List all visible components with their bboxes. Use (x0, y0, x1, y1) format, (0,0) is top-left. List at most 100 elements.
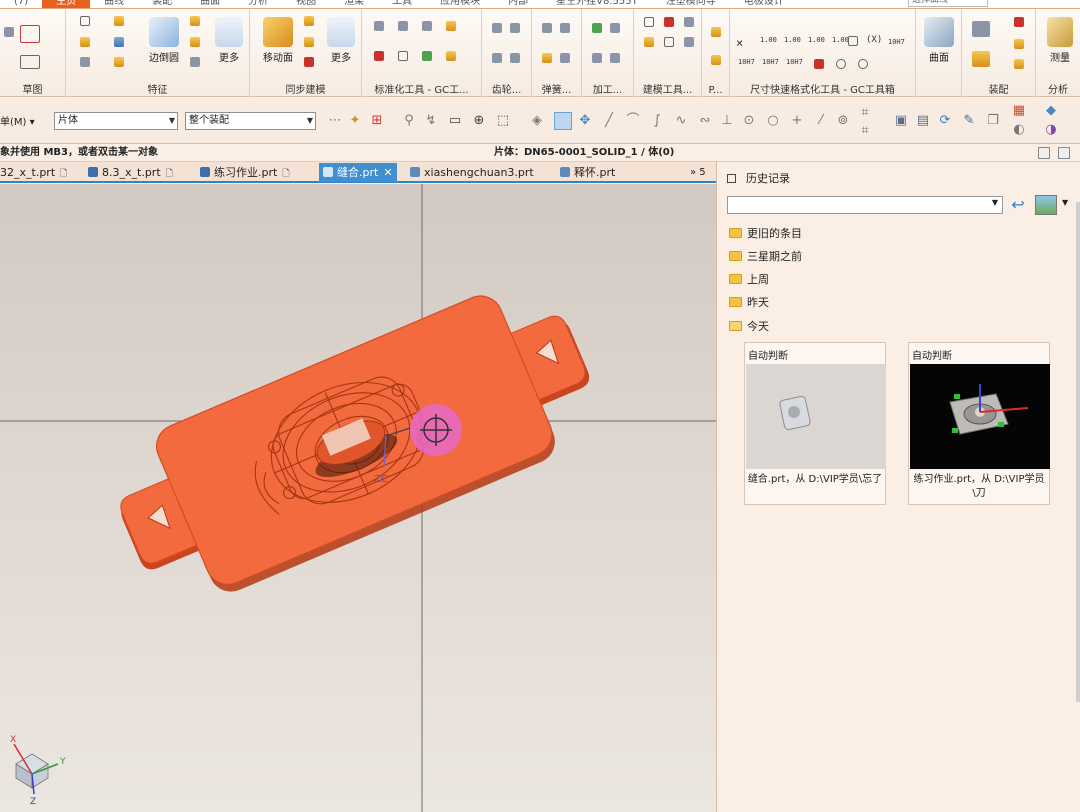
draft-icon[interactable] (190, 57, 200, 67)
view-layout-icon[interactable]: ▦ (1012, 104, 1026, 118)
point-on-curve-icon[interactable]: ⊚ (836, 114, 850, 128)
doc-tab-xiasheng[interactable]: xiashengchuan3.prt (410, 163, 534, 182)
plus-icon[interactable]: + (790, 114, 804, 128)
assembly-tool-4-icon[interactable] (1014, 39, 1024, 49)
ribbon-tab-render[interactable]: 渲染 (330, 0, 378, 8)
tol-10h7-b[interactable]: 10H7 (738, 59, 755, 66)
assembly-tool-5-icon[interactable] (1014, 59, 1024, 69)
ribbon-tab-curve[interactable]: 曲线 (90, 0, 138, 8)
orient-cube-icon[interactable]: ◆ (1044, 104, 1058, 118)
spring-tool-3-icon[interactable] (542, 53, 552, 63)
rect-select-icon[interactable]: ▭ (448, 114, 462, 128)
modeling-tool-6-icon[interactable] (684, 37, 694, 47)
surface-button[interactable]: 曲面 (920, 17, 958, 64)
wave-icon[interactable]: ∿ (674, 114, 688, 128)
triangle-tool-icon[interactable] (644, 17, 654, 27)
revolve-icon[interactable] (80, 37, 90, 47)
boolean-intersect-icon[interactable] (114, 57, 124, 67)
ribbon-tab-analysis[interactable]: 分析 (234, 0, 282, 8)
box-x-icon[interactable] (848, 36, 858, 46)
diameter-2-icon[interactable] (858, 59, 868, 69)
tol-10h7-c[interactable]: 10H7 (762, 59, 779, 66)
snap-3-icon[interactable]: ↯ (424, 114, 438, 128)
modeling-tool-2-icon[interactable] (664, 17, 674, 27)
layer-icon[interactable]: ❐ (986, 114, 1000, 128)
ribbon-tab-internal[interactable]: 内部 (494, 0, 542, 8)
tangent-icon[interactable]: ⊥ (720, 114, 734, 128)
gear-tool-1-icon[interactable] (492, 23, 502, 33)
spring-tool-2-icon[interactable] (560, 23, 570, 33)
pen-icon[interactable]: ✎ (962, 114, 976, 128)
ribbon-tab-electrode[interactable]: 电极设计 (730, 0, 798, 8)
ribbon-tab-home[interactable]: 主页 (42, 0, 91, 8)
sketch-icon[interactable] (4, 27, 14, 37)
display-mode-icon[interactable]: ◑ (1044, 123, 1058, 137)
history-filter-select[interactable]: ▼ (727, 196, 1003, 214)
thumbnail-view-icon[interactable] (1035, 195, 1057, 215)
ribbon-tab-plugin[interactable]: 星空外挂V8.555T (542, 0, 652, 8)
selection-scope-select[interactable]: 整个装配 ▼ (185, 112, 316, 130)
spline-icon[interactable]: ∾ (698, 114, 712, 128)
doc-tab-sew[interactable]: 缝合.prt ✕ (319, 163, 397, 182)
line-icon[interactable]: ╱ (602, 114, 616, 128)
history-card-sew[interactable]: 自动判断 缝合.prt，从 D:\VIP学员\忘了 (744, 342, 886, 505)
history-card-practice[interactable]: 自动判断 练习作业.prt，从 D:\VIP学员\刀 (908, 342, 1050, 505)
graphics-viewport[interactable]: ZC X Y Z (0, 184, 716, 812)
delete-face-icon[interactable] (304, 57, 314, 67)
tol-10h7-d[interactable]: 10H7 (786, 59, 803, 66)
tol-paren-x[interactable]: (X) (866, 36, 882, 45)
chamfer-icon[interactable] (190, 16, 200, 26)
folder-today[interactable]: 今天 (729, 319, 769, 335)
gc-tool-3-icon[interactable] (422, 21, 432, 31)
view-fit-icon[interactable]: ▣ (894, 114, 908, 128)
ribbon-tab-surface[interactable]: 曲面 (186, 0, 234, 8)
slash-icon[interactable]: ⁄ (814, 114, 828, 128)
doc-tab-8-3[interactable]: 8.3_x_t.prt 🗋 (88, 163, 173, 182)
snap-points-icon[interactable]: ✥ (578, 114, 592, 128)
gear-tool-3-icon[interactable] (492, 53, 502, 63)
doc-tab-shihuai[interactable]: 释怀.prt (560, 163, 615, 182)
assembly-tool-1-icon[interactable] (972, 21, 990, 37)
measure-button[interactable]: 测量 (1040, 17, 1080, 64)
general-select-icon[interactable]: ⋯ (328, 114, 342, 128)
add-component-icon[interactable] (972, 51, 990, 67)
dash-rect-icon[interactable]: ⬚ (496, 114, 510, 128)
menu-button[interactable]: 单(M) ▾ (0, 113, 35, 128)
edge-blend-button[interactable]: 边倒圆 (144, 17, 184, 64)
doc-tab-practice[interactable]: 练习作业.prt 🗋 (200, 163, 290, 182)
lasso-icon[interactable]: ⊕ (472, 114, 486, 128)
boolean-subtract-icon[interactable] (114, 37, 124, 47)
gc-tool-5-icon[interactable] (374, 51, 384, 61)
center-icon[interactable]: ⊙ (742, 114, 756, 128)
folder-three-weeks[interactable]: 三星期之前 (729, 249, 802, 265)
sync-more-button[interactable]: 更多 (324, 17, 358, 64)
gear-tool-2-icon[interactable] (510, 23, 520, 33)
arc-icon[interactable]: ⌒ (626, 114, 640, 128)
close-icon[interactable]: ✕ (383, 166, 392, 179)
view-cube-icon[interactable]: ◈ (530, 114, 544, 128)
move-face-button[interactable]: 移动面 (256, 17, 300, 64)
view-frame-icon[interactable]: ▤ (916, 114, 930, 128)
doc-tab-overflow[interactable]: » 5 (690, 163, 706, 182)
tol-10h7-a[interactable]: 10H7 (888, 39, 905, 46)
folder-last-week[interactable]: 上周 (729, 272, 769, 288)
modeling-tool-5-icon[interactable] (664, 37, 674, 47)
spring-tool-1-icon[interactable] (542, 23, 552, 33)
folder-yesterday[interactable]: 昨天 (729, 295, 769, 311)
pin-icon[interactable] (727, 174, 736, 183)
circle-icon[interactable]: ○ (766, 114, 780, 128)
curve-icon[interactable]: ∫ (650, 114, 664, 128)
shaded-box-icon[interactable] (554, 112, 572, 130)
command-search-input[interactable]: 選择曲线 (908, 0, 988, 7)
maximize-icon[interactable] (1058, 147, 1070, 159)
gc-tool-7-icon[interactable] (422, 51, 432, 61)
restore-icon[interactable] (1038, 147, 1050, 159)
back-arrow-icon[interactable]: ↩ (1008, 195, 1028, 215)
snap-2-icon[interactable]: ⚲ (402, 114, 416, 128)
tol-4[interactable]: 1.00 (832, 37, 849, 44)
model-canvas[interactable]: ZC X Y Z (0, 184, 716, 812)
machining-tool-3-icon[interactable] (592, 53, 602, 63)
p-tool-1-icon[interactable] (711, 27, 721, 37)
spring-tool-4-icon[interactable] (560, 53, 570, 63)
folder-older[interactable]: 更旧的条目 (729, 226, 802, 242)
